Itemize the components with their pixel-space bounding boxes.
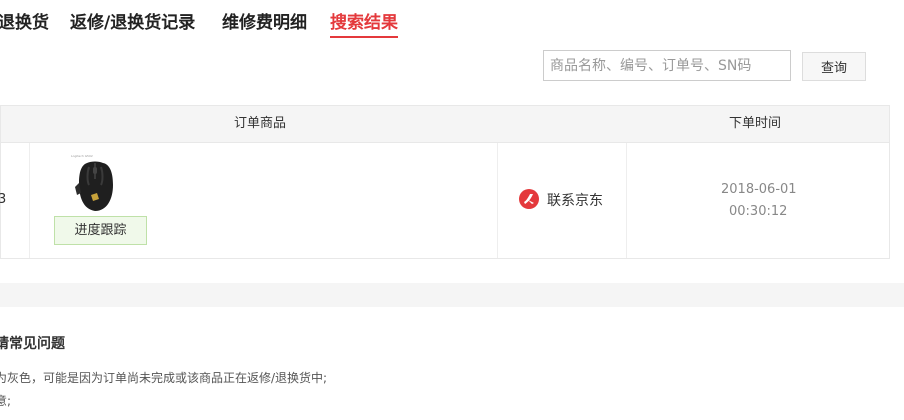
tab-repair-fee-details[interactable]: 维修费明细 bbox=[222, 12, 307, 34]
tab-search-results[interactable]: 搜索结果 bbox=[330, 12, 398, 38]
section-divider bbox=[0, 283, 904, 307]
contact-jd-label: 联系京东 bbox=[547, 193, 603, 209]
faq-item: 为灰色，可能是因为订单尚未完成或该商品正在返修/退换货中; bbox=[0, 371, 328, 385]
order-time: 00:30:12 bbox=[729, 204, 788, 219]
header-order-time: 下单时间 bbox=[729, 116, 782, 131]
column-divider bbox=[497, 143, 498, 258]
track-progress-button[interactable]: 进度跟踪 bbox=[54, 216, 147, 245]
header-order-goods: 订单商品 bbox=[234, 116, 287, 131]
search-input[interactable] bbox=[543, 50, 791, 81]
jd-chat-icon bbox=[519, 189, 539, 209]
faq-title: 请常见问题 bbox=[0, 336, 65, 352]
table-header: 订单商品 下单时间 bbox=[0, 105, 890, 143]
column-divider bbox=[29, 143, 30, 258]
order-date: 2018-06-01 bbox=[721, 182, 797, 197]
column-divider bbox=[626, 143, 627, 258]
order-number: 3 bbox=[0, 192, 7, 207]
tab-repair-records[interactable]: 返修/退换货记录 bbox=[70, 12, 195, 34]
product-image[interactable]: Logitech G502 bbox=[69, 153, 121, 215]
svg-text:Logitech G502: Logitech G502 bbox=[71, 154, 93, 158]
table-row: 3 Logitech G502 进度跟踪 联系京东 2018-06-01 00:… bbox=[0, 143, 890, 259]
search-button[interactable]: 查询 bbox=[802, 52, 866, 81]
page: 退换货 返修/退换货记录 维修费明细 搜索结果 查询 订单商品 下单时间 3 L… bbox=[0, 0, 904, 420]
faq-item: 意; bbox=[0, 394, 12, 408]
tab-return-exchange[interactable]: 退换货 bbox=[0, 12, 49, 34]
